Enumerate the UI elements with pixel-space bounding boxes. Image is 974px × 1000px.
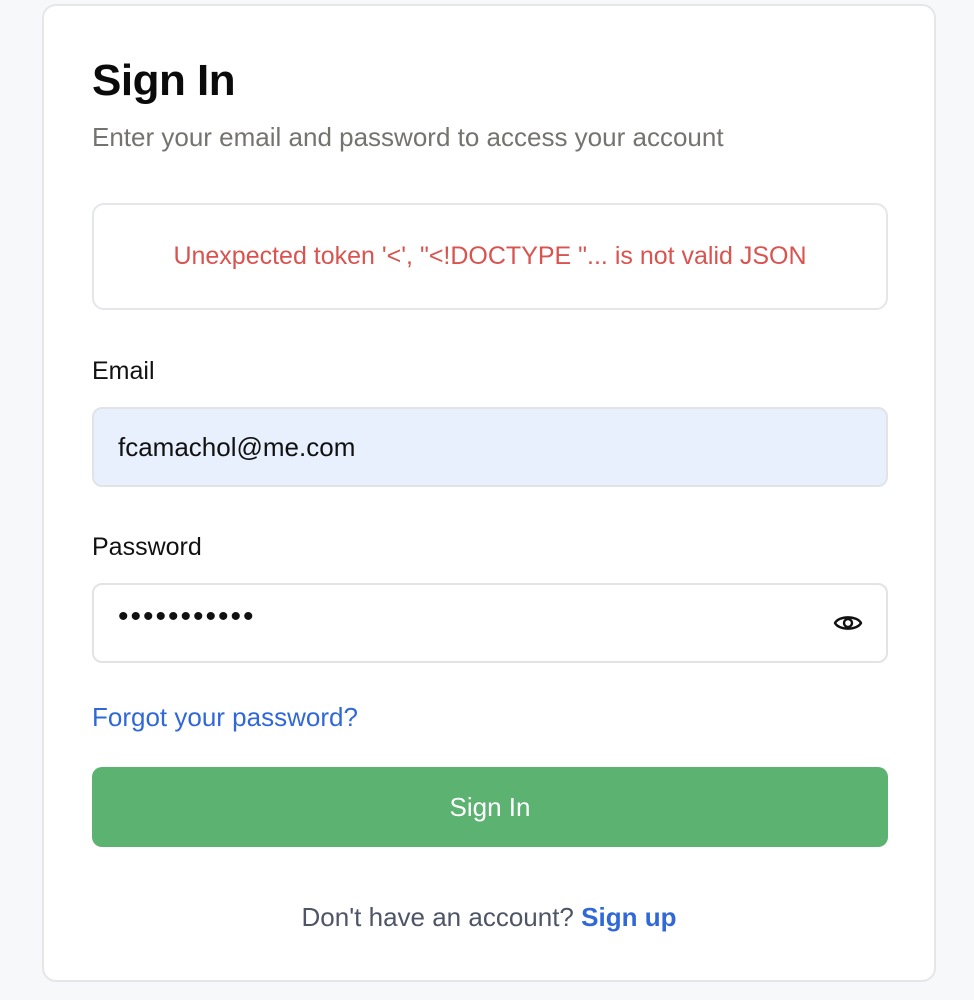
email-label: Email (92, 357, 155, 385)
signup-prompt: Don't have an account? Sign up (44, 902, 934, 933)
password-label: Password (92, 533, 202, 561)
error-alert: Unexpected token '<', "<!DOCTYPE "... is… (92, 203, 888, 310)
page-title: Sign In (92, 56, 236, 105)
password-field[interactable]: ••••••••••• (92, 583, 888, 663)
sign-in-button[interactable]: Sign In (92, 767, 888, 847)
sign-in-card: Sign In Enter your email and password to… (42, 4, 936, 982)
password-value[interactable]: ••••••••••• (118, 602, 256, 632)
email-value[interactable]: fcamachol@me.com (118, 432, 355, 463)
forgot-password-link[interactable]: Forgot your password? (92, 702, 358, 733)
email-field[interactable]: fcamachol@me.com (92, 407, 888, 487)
signup-prompt-text: Don't have an account? (301, 902, 574, 932)
error-message: Unexpected token '<', "<!DOCTYPE "... is… (173, 242, 807, 270)
eye-icon[interactable] (832, 607, 864, 639)
page-subtitle: Enter your email and password to access … (92, 122, 724, 152)
sign-up-link[interactable]: Sign up (581, 902, 676, 932)
